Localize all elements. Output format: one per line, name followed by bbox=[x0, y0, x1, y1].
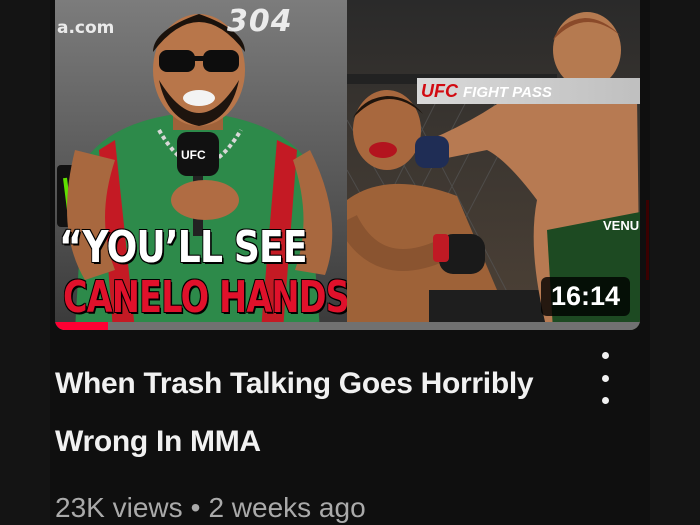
meta-separator: • bbox=[190, 492, 201, 523]
video-title[interactable]: When Trash Talking Goes Horribly Wrong I… bbox=[55, 355, 575, 471]
more-vert-icon[interactable] bbox=[588, 352, 622, 404]
watch-progress-fill bbox=[55, 322, 108, 330]
banner-rest-text: FIGHT PASS bbox=[463, 84, 552, 101]
svg-text:UFC: UFC bbox=[181, 148, 206, 162]
svg-text:VENU: VENU bbox=[603, 218, 639, 233]
video-details: When Trash Talking Goes Horribly Wrong I… bbox=[55, 355, 575, 471]
watch-progress-bar bbox=[55, 322, 640, 330]
video-metadata: 23K views • 2 weeks ago bbox=[55, 492, 366, 524]
menu-dot bbox=[601, 374, 609, 382]
banner-brand-text: UFC bbox=[421, 81, 458, 101]
upload-age: 2 weeks ago bbox=[208, 492, 366, 523]
backdrop-text-left: a.com bbox=[57, 18, 115, 38]
menu-dot bbox=[601, 352, 609, 359]
video-thumbnail[interactable]: UFC a.com 304 “YOU’LL SEE CANELO HANDS” bbox=[55, 0, 640, 330]
thumbnail-left-panel: UFC a.com 304 “YOU’LL SEE CANELO HANDS” bbox=[55, 0, 347, 330]
backdrop-text-right: 304 bbox=[227, 4, 293, 39]
edge-accent bbox=[646, 200, 649, 280]
quote-line-2-text: CANELO HANDS bbox=[63, 272, 347, 323]
page: UFC a.com 304 “YOU’LL SEE CANELO HANDS” bbox=[0, 0, 700, 525]
thumbnail-quote-line-1: “YOU’LL SEE bbox=[59, 222, 308, 273]
ufc-fight-pass-banner: UFC FIGHT PASS bbox=[417, 78, 640, 104]
thumbnail-quote-line-2: CANELO HANDS” bbox=[63, 272, 347, 323]
menu-dot bbox=[601, 397, 609, 404]
view-count: 23K views bbox=[55, 492, 183, 523]
duration-badge: 16:14 bbox=[540, 277, 630, 316]
